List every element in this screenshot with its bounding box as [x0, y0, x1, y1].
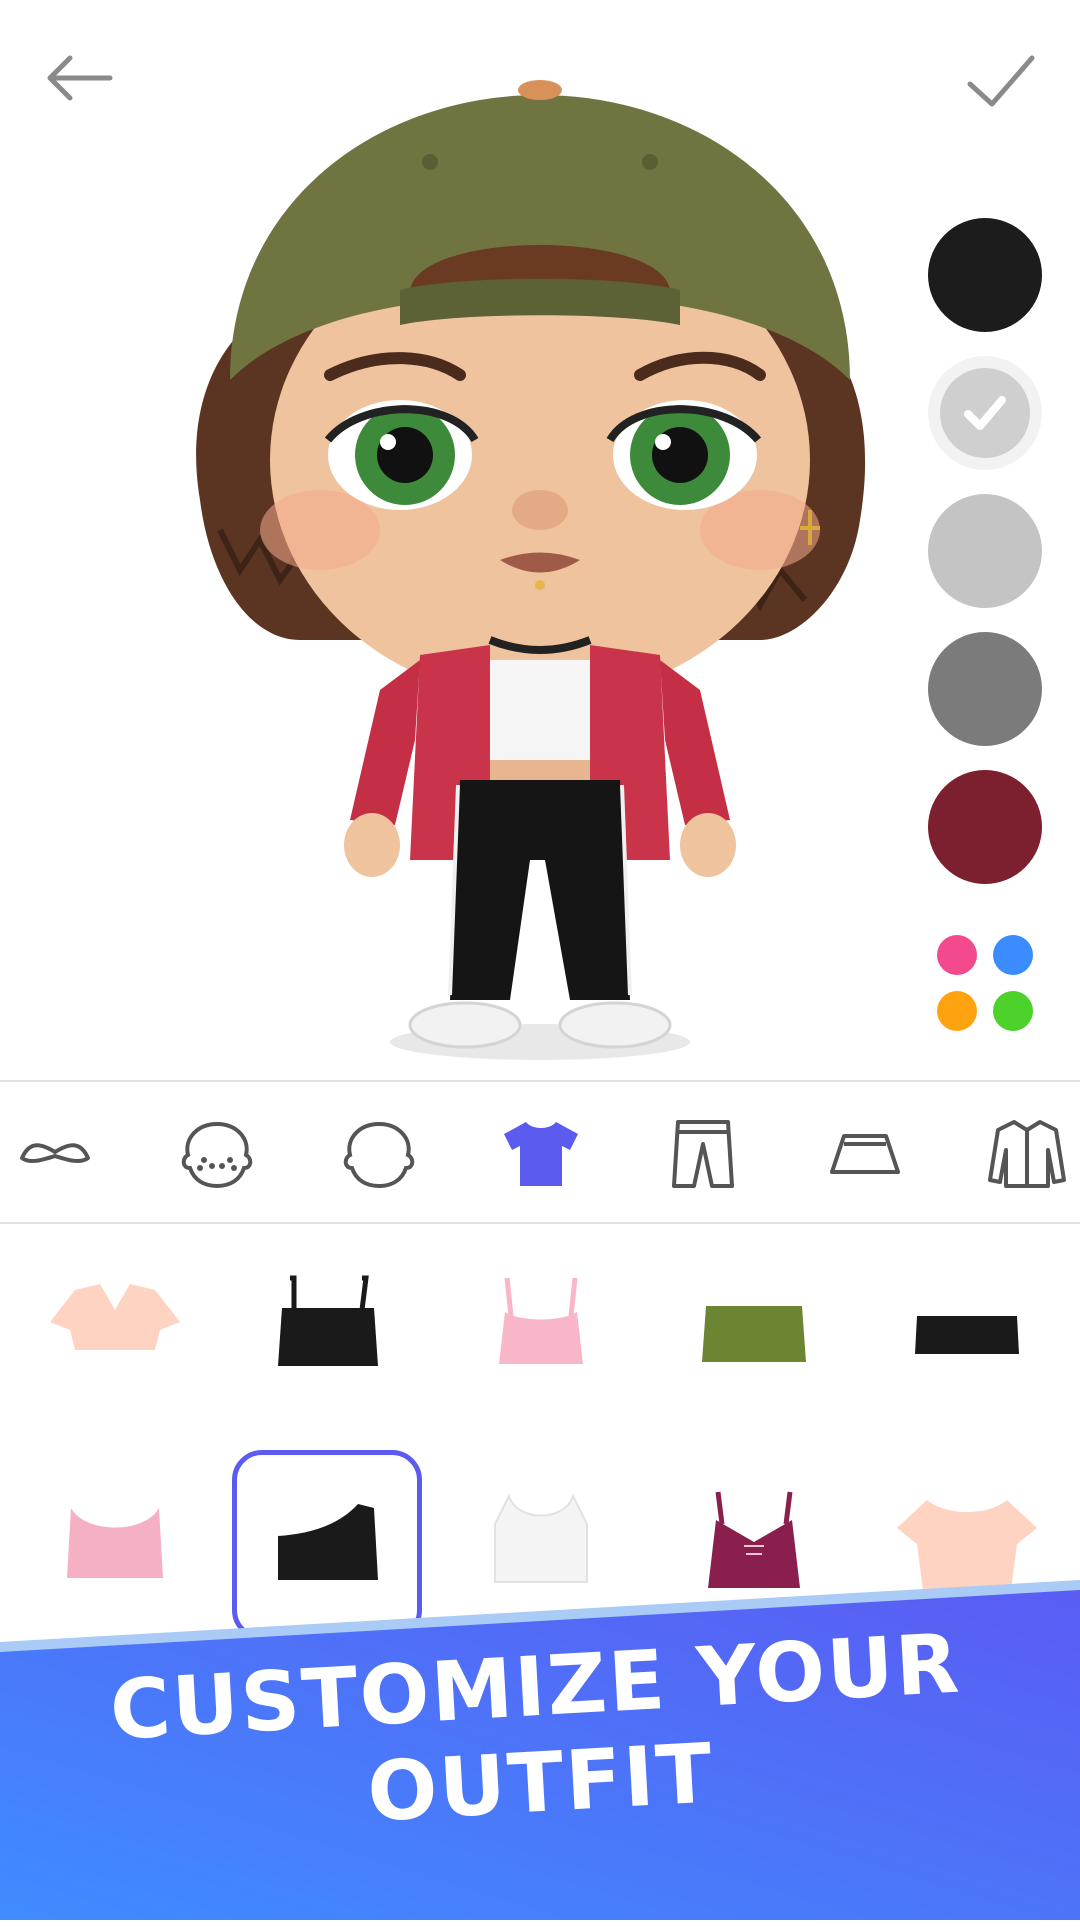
- clothing-thumbnail: [499, 1277, 583, 1364]
- more-colors-palette-orange-dot[interactable]: [937, 991, 977, 1031]
- category-skirts[interactable]: [822, 1110, 908, 1196]
- pants-icon: [672, 1120, 734, 1188]
- tshirt-icon: [504, 1122, 578, 1186]
- more-colors-palette-pink-dot[interactable]: [937, 935, 977, 975]
- mustache-icon: [20, 1143, 90, 1164]
- clothing-item-black-bandeau-top[interactable]: [887, 1250, 1047, 1410]
- divider: [0, 1080, 1080, 1082]
- freckles-face-icon: [181, 1121, 253, 1189]
- color-swatch-black[interactable]: [928, 218, 1042, 332]
- jacket-icon: [988, 1120, 1066, 1188]
- checkmark-icon: [967, 55, 1035, 107]
- category-skin-details[interactable]: [174, 1110, 260, 1196]
- category-pants[interactable]: [660, 1110, 746, 1196]
- back-button[interactable]: [40, 40, 120, 120]
- color-swatch-light-gray-selected[interactable]: [928, 356, 1042, 470]
- clothing-thumbnail: [915, 1316, 1019, 1354]
- color-swatch-gray[interactable]: [928, 632, 1042, 746]
- color-swatch-silver[interactable]: [928, 494, 1042, 608]
- face-shape-icon: [343, 1121, 415, 1189]
- avatar-preview: [196, 80, 866, 1060]
- clothing-thumbnail: [702, 1306, 806, 1362]
- divider: [0, 1222, 1080, 1224]
- clothing-thumbnail: [50, 1284, 180, 1350]
- confirm-button[interactable]: [960, 40, 1040, 120]
- clothing-item-pink-cami-crop-top[interactable]: [461, 1250, 621, 1410]
- category-jackets[interactable]: [984, 1110, 1070, 1196]
- clothing-item-peach-vneck-crop-top[interactable]: [35, 1250, 195, 1410]
- more-colors-palette-green-dot[interactable]: [993, 991, 1033, 1031]
- category-face-shape[interactable]: [336, 1110, 422, 1196]
- promo-headline: CUSTOMIZE YOUR OUTFIT: [53, 1613, 1026, 1926]
- category-facial-hair[interactable]: [12, 1110, 98, 1196]
- category-tops-selected[interactable]: [498, 1110, 584, 1196]
- more-colors-palette-blue-dot[interactable]: [993, 935, 1033, 975]
- clothing-thumbnail: [278, 1275, 378, 1366]
- color-swatch-burgundy[interactable]: [928, 770, 1042, 884]
- skirt-icon: [830, 1134, 900, 1174]
- arrow-left-icon: [47, 55, 113, 101]
- checkmark-icon: [964, 396, 1006, 430]
- clothing-item-green-tube-top[interactable]: [674, 1250, 834, 1410]
- clothing-item-black-cami-crop-top[interactable]: [248, 1250, 408, 1410]
